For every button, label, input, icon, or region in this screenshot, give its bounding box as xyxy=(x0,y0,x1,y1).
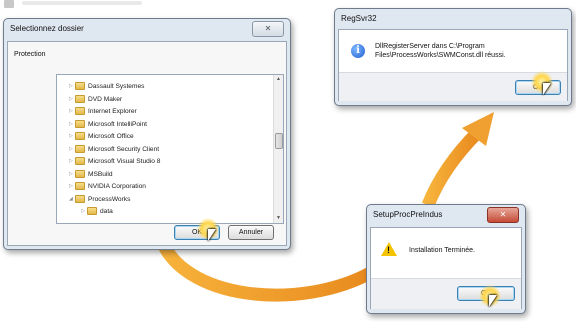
folder-label: Microsoft Office xyxy=(88,133,134,140)
folder-tree-item[interactable]: ▷ data xyxy=(81,206,113,217)
folder-icon xyxy=(75,132,85,140)
folder-icon xyxy=(75,94,85,103)
folder-tree-item[interactable]: ▷ Microsoft Security Client xyxy=(69,144,159,155)
warning-exclamation: ! xyxy=(387,245,390,255)
folder-label: Internet Explorer xyxy=(88,108,137,115)
message-line-2: Files\ProcessWorks\SWMConst.dll réussi. xyxy=(375,52,506,59)
arrow-setup-to-regsvr xyxy=(421,127,483,208)
scroll-up-arrow[interactable]: ▲ xyxy=(274,75,283,83)
dialog-title: RegSvr32 xyxy=(341,14,377,23)
cancel-button[interactable]: Annuler xyxy=(228,225,274,240)
folder-label: data xyxy=(100,208,113,215)
folder-icon xyxy=(75,82,85,90)
folder-label: ProcessWorks xyxy=(88,195,131,203)
folder-label: MSBuild xyxy=(88,170,113,178)
mouse-cursor xyxy=(543,83,551,95)
mouse-cursor xyxy=(489,295,497,307)
folder-icon xyxy=(75,169,85,178)
folder-icon xyxy=(75,182,85,190)
titlebar: Selectionnez dossier ✕ xyxy=(4,19,290,41)
folder-tree-item[interactable]: ▷ Microsoft Office xyxy=(69,131,134,142)
message-line-1: DllRegisterServer dans C:\Program xyxy=(375,43,485,50)
dialog-body: i DllRegisterServer dans C:\Program File… xyxy=(338,29,568,101)
titlebar: SetupProcPreIndus ✕ xyxy=(367,205,525,227)
folder-icon xyxy=(75,119,85,128)
folder-label: NVIDIA Corporation xyxy=(88,183,146,190)
close-button[interactable]: ✕ xyxy=(487,207,519,223)
folder-tree-item[interactable]: ◢ ProcessWorks xyxy=(69,194,130,205)
select-folder-dialog: Selectionnez dossier ✕ Protection ▷ Dassa… xyxy=(3,18,291,250)
folder-icon xyxy=(75,107,85,115)
info-icon: i xyxy=(351,44,365,58)
message-text: Installation Terminée. xyxy=(409,247,476,254)
dialog-body: Protection ▷ Dassault Systemes ▷ DVD Maker ▷… xyxy=(7,41,287,246)
dialog-title: Selectionnez dossier xyxy=(10,24,84,33)
titlebar: RegSvr32 xyxy=(335,9,571,31)
dialog-description: Protection xyxy=(14,51,46,58)
folder-icon xyxy=(75,194,85,203)
folder-tree-item[interactable]: ▷ MSBuild xyxy=(69,169,113,180)
folder-label: Microsoft Visual Studio 8 xyxy=(88,158,161,165)
folder-label: DVD Maker xyxy=(88,95,123,103)
folder-tree-panel: ▷ Dassault Systemes ▷ DVD Maker ▷ Internet Ex… xyxy=(56,74,284,224)
folder-tree-item[interactable]: ▷ Dassault Systemes xyxy=(69,81,144,92)
folder-tree-item[interactable]: ▷ NVIDIA Corporation xyxy=(69,181,146,192)
close-button[interactable]: ✕ xyxy=(252,21,284,37)
folder-icon xyxy=(75,157,85,165)
folder-icon xyxy=(87,207,97,215)
regsvr32-dialog: RegSvr32 i DllRegisterServer dans C:\Pro… xyxy=(334,8,572,106)
mouse-cursor xyxy=(208,229,216,241)
folder-tree-item[interactable]: ▷ DVD Maker xyxy=(69,94,122,105)
scroll-down-arrow[interactable]: ▼ xyxy=(274,214,283,222)
folder-label: Dassault Systemes xyxy=(88,83,145,90)
folder-icon xyxy=(75,144,85,153)
vertical-scrollbar[interactable]: ▲ ▼ xyxy=(273,75,283,223)
folder-tree-item[interactable]: ▷ Internet Explorer xyxy=(69,106,137,117)
folder-label: Microsoft Security Client xyxy=(88,145,160,153)
setup-dialog: SetupProcPreIndus ✕ ! Installation Termi… xyxy=(366,204,526,314)
dialog-title: SetupProcPreIndus xyxy=(373,210,443,219)
folder-tree-item[interactable]: ▷ Microsoft IntelliPoint xyxy=(69,119,147,130)
scroll-thumb[interactable] xyxy=(275,133,283,149)
folder-tree-item[interactable]: ▷ Microsoft Visual Studio 8 xyxy=(69,156,160,167)
folder-label: Microsoft IntelliPoint xyxy=(88,120,147,128)
